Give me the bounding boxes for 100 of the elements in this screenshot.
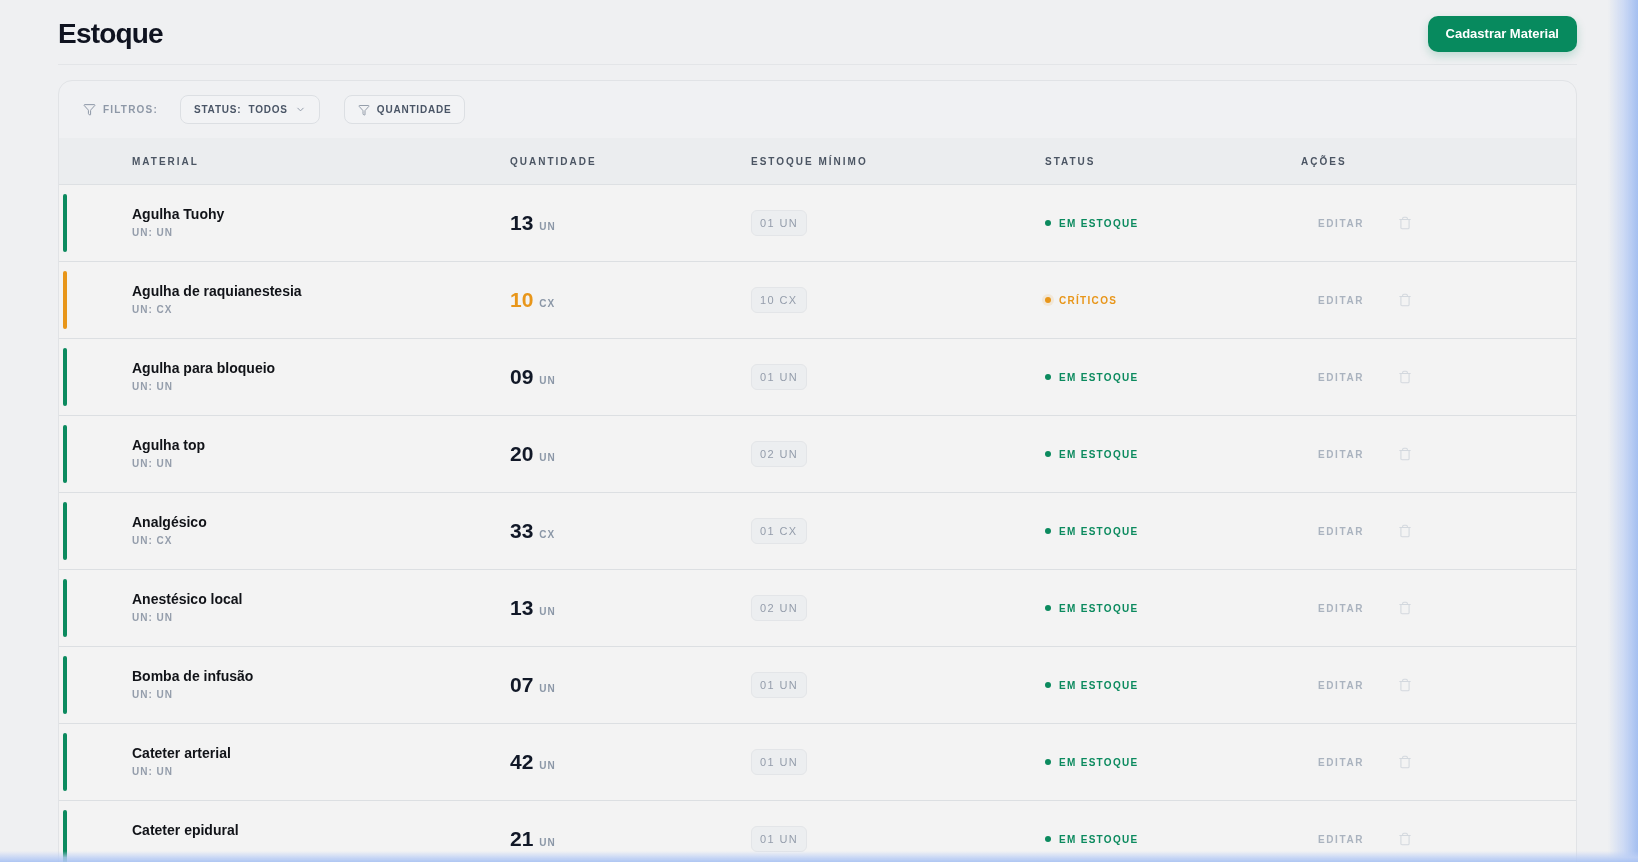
edit-link[interactable]: EDITAR xyxy=(1318,602,1365,614)
trash-icon[interactable] xyxy=(1398,293,1413,307)
material-name: Cateter arterial xyxy=(132,745,232,761)
unit-label: UN: UN xyxy=(132,766,174,777)
unit-label: UN: UN xyxy=(132,458,174,469)
unit-label: UN: CX xyxy=(132,304,174,315)
status-stripe xyxy=(63,348,67,406)
status-stripe xyxy=(63,733,67,791)
trash-icon[interactable] xyxy=(1398,216,1413,230)
column-header: QUANTIDADE xyxy=(510,155,598,167)
status-stripe xyxy=(63,810,67,862)
filter-icon xyxy=(83,103,96,116)
minimum-stock-tag: 01 CX xyxy=(751,518,807,544)
trash-icon[interactable] xyxy=(1398,370,1413,384)
material-name: Analgésico xyxy=(132,514,208,530)
minimum-stock-tag: 02 UN xyxy=(751,595,808,621)
minimum-stock-tag: 01 UN xyxy=(751,672,808,698)
minimum-stock-tag: 01 UN xyxy=(751,210,808,236)
status-label: EM ESTOQUE xyxy=(1059,756,1139,768)
status-label: EM ESTOQUE xyxy=(1059,833,1139,845)
quantity-unit: UN xyxy=(539,452,556,463)
filters-label: FILTROS: xyxy=(103,104,158,115)
quantity-value: 20 xyxy=(510,442,534,466)
status-label: CRÍTICOS xyxy=(1059,294,1118,306)
status-dot-icon xyxy=(1045,451,1051,457)
status-label: EM ESTOQUE xyxy=(1059,679,1139,691)
quantity-value: 09 xyxy=(510,365,534,389)
minimum-stock-tag: 01 UN xyxy=(751,749,808,775)
status-label: EM ESTOQUE xyxy=(1059,525,1139,537)
status-dot-icon xyxy=(1045,682,1051,688)
column-header: ESTOQUE MÍNIMO xyxy=(751,155,869,167)
edit-link[interactable]: EDITAR xyxy=(1318,371,1365,383)
quantity-unit: UN xyxy=(539,683,556,694)
unit-label: UN: UN xyxy=(132,227,174,238)
status-filter-dropdown[interactable]: STATUS: TODOS xyxy=(179,95,320,124)
edit-link[interactable]: EDITAR xyxy=(1318,294,1365,306)
quantity-unit: CX xyxy=(539,298,556,309)
quantity-unit: UN xyxy=(539,606,556,617)
minimum-stock-tag: 01 UN xyxy=(751,826,808,852)
quantity-unit: UN xyxy=(539,760,556,771)
register-material-button[interactable]: Cadastrar Material xyxy=(1427,15,1577,52)
edit-link[interactable]: EDITAR xyxy=(1318,679,1365,691)
column-header: AÇÕES xyxy=(1301,155,1348,167)
status-label: EM ESTOQUE xyxy=(1059,217,1139,229)
quantity-value: 07 xyxy=(510,673,534,697)
page-title: Estoque xyxy=(58,17,163,50)
status-label: EM ESTOQUE xyxy=(1059,448,1139,460)
status-stripe xyxy=(63,579,67,637)
status-stripe xyxy=(63,502,67,560)
trash-icon[interactable] xyxy=(1398,832,1413,846)
material-name: Agulha para bloqueio xyxy=(132,360,277,376)
unit-label: UN: UN xyxy=(132,612,174,623)
minimum-stock-tag: 02 UN xyxy=(751,441,808,467)
status-stripe xyxy=(63,656,67,714)
status-stripe xyxy=(63,271,67,329)
trash-icon[interactable] xyxy=(1398,678,1413,692)
status-dot-icon xyxy=(1045,220,1051,226)
trash-icon[interactable] xyxy=(1398,524,1413,538)
unit-label: UN: UN xyxy=(132,689,174,700)
edit-link[interactable]: EDITAR xyxy=(1318,217,1365,229)
material-name: Agulha top xyxy=(132,437,207,453)
quantity-value: 13 xyxy=(510,211,534,235)
status-stripe xyxy=(63,425,67,483)
status-dot-icon xyxy=(1045,836,1051,842)
quantity-value: 42 xyxy=(510,750,534,774)
edit-link[interactable]: EDITAR xyxy=(1318,756,1365,768)
status-stripe xyxy=(63,194,67,252)
edit-link[interactable]: EDITAR xyxy=(1318,448,1365,460)
status-dot-icon xyxy=(1045,297,1051,303)
status-dot-icon xyxy=(1045,528,1051,534)
minimum-stock-tag: 01 UN xyxy=(751,364,808,390)
material-name: Anestésico local xyxy=(132,591,244,607)
quantity-unit: CX xyxy=(539,529,556,540)
unit-label: UN: UN xyxy=(132,381,174,392)
quantity-value: 13 xyxy=(510,596,534,620)
unit-label: UN: CX xyxy=(132,535,174,546)
trash-icon[interactable] xyxy=(1398,755,1413,769)
status-dot-icon xyxy=(1045,374,1051,380)
quantity-value: 21 xyxy=(510,827,534,851)
edit-link[interactable]: EDITAR xyxy=(1318,833,1365,845)
material-name: Cateter epidural xyxy=(132,822,240,838)
quantity-value: 10 xyxy=(510,288,534,312)
quantity-unit: UN xyxy=(539,837,556,848)
column-header: MATERIAL xyxy=(132,155,200,167)
filter-icon xyxy=(357,103,370,116)
material-name: Agulha Tuohy xyxy=(132,206,226,222)
trash-icon[interactable] xyxy=(1398,601,1413,615)
material-name: Agulha de raquianestesia xyxy=(132,283,303,299)
quantity-value: 33 xyxy=(510,519,534,543)
status-label: EM ESTOQUE xyxy=(1059,602,1139,614)
edit-link[interactable]: EDITAR xyxy=(1318,525,1365,537)
quantity-filter-button[interactable]: QUANTIDADE xyxy=(343,95,466,124)
status-dot-icon xyxy=(1045,759,1051,765)
column-header: STATUS xyxy=(1045,155,1097,167)
quantity-unit: UN xyxy=(539,375,556,386)
trash-icon[interactable] xyxy=(1398,447,1413,461)
material-name: Bomba de infusão xyxy=(132,668,255,684)
quantity-unit: UN xyxy=(539,221,556,232)
status-dot-icon xyxy=(1045,605,1051,611)
minimum-stock-tag: 10 CX xyxy=(751,287,807,313)
